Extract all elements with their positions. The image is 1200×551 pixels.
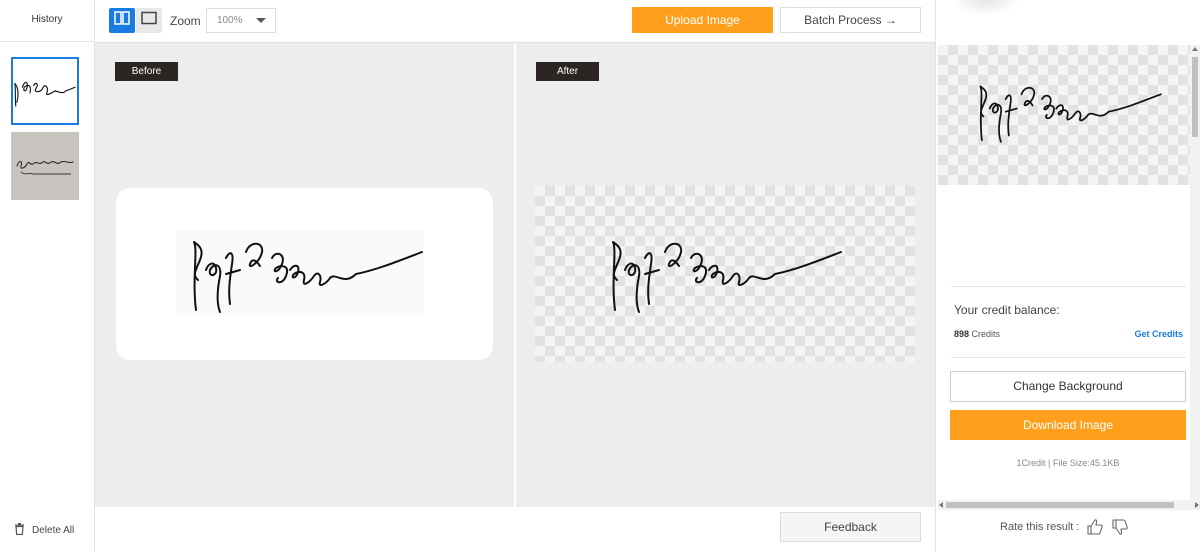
split-view-icon [114,11,130,30]
before-image [116,188,493,360]
scrollbar-thumb[interactable] [946,502,1174,508]
result-preview [938,45,1191,185]
delete-all-button[interactable]: Delete All [14,523,74,538]
history-title: History [0,0,94,42]
feedback-button[interactable]: Feedback [780,512,921,542]
history-panel: History Delete All [0,0,95,551]
chevron-down-icon [256,18,266,23]
top-toolbar: Zoom 100% Upload Image Batch Process → [95,0,935,43]
horizontal-scrollbar[interactable] [938,500,1200,510]
upload-image-button[interactable]: Upload Image [632,7,773,33]
signature-thumbnail [11,132,79,200]
rate-label: Rate this result : [1000,521,1080,533]
zoom-select[interactable]: 100% [206,8,276,33]
credit-balance: 898 Credits [954,329,1000,339]
signature-thumbnail [14,81,76,107]
single-view-icon [141,11,157,30]
download-image-button[interactable]: Download Image [950,410,1186,440]
credits-count: 898 [954,329,970,339]
zoom-value: 100% [217,15,243,26]
result-sidebar: Your credit balance: 898 Credits Get Cre… [935,0,1200,551]
app-window: History Delete All Zoom 100% Upload Imag… [0,0,1200,551]
file-info: 1Credit | File Size:45.1KB [1016,458,1120,468]
scroll-right-arrow-icon[interactable] [1195,502,1199,508]
after-image [535,186,915,362]
signature-preview [979,85,1162,143]
bottom-bar: Feedback [95,507,935,551]
delete-all-label: Delete All [32,525,75,536]
history-item-2[interactable] [11,132,79,200]
get-credits-link[interactable]: Get Credits [1134,329,1183,339]
scrollbar-thumb[interactable] [1192,57,1198,137]
change-background-button[interactable]: Change Background [950,371,1186,402]
split-view-button[interactable] [109,8,135,33]
history-item-1[interactable] [11,57,79,125]
rate-result: Rate this result : [1000,518,1129,536]
divider [951,357,1186,358]
credits-unit: Credits [971,329,1001,339]
before-tag: Before [115,62,178,81]
before-panel: Before [95,43,514,507]
trash-icon [14,523,25,538]
scroll-left-arrow-icon[interactable] [939,502,943,508]
scroll-up-arrow-icon[interactable] [1192,47,1198,51]
zoom-label: Zoom [170,14,201,28]
single-view-button[interactable] [136,8,162,33]
after-panel: After [516,43,935,507]
thumbs-down-icon[interactable] [1111,518,1129,536]
after-tag: After [536,62,599,81]
batch-process-button[interactable]: Batch Process → [780,7,921,33]
decorative-shadow [951,0,1021,16]
signature-result [612,241,842,313]
thumbs-up-icon[interactable] [1086,518,1104,536]
divider [951,286,1186,287]
credit-balance-title: Your credit balance: [954,303,1060,317]
signature-original [193,241,423,313]
vertical-scrollbar[interactable] [1190,45,1200,500]
